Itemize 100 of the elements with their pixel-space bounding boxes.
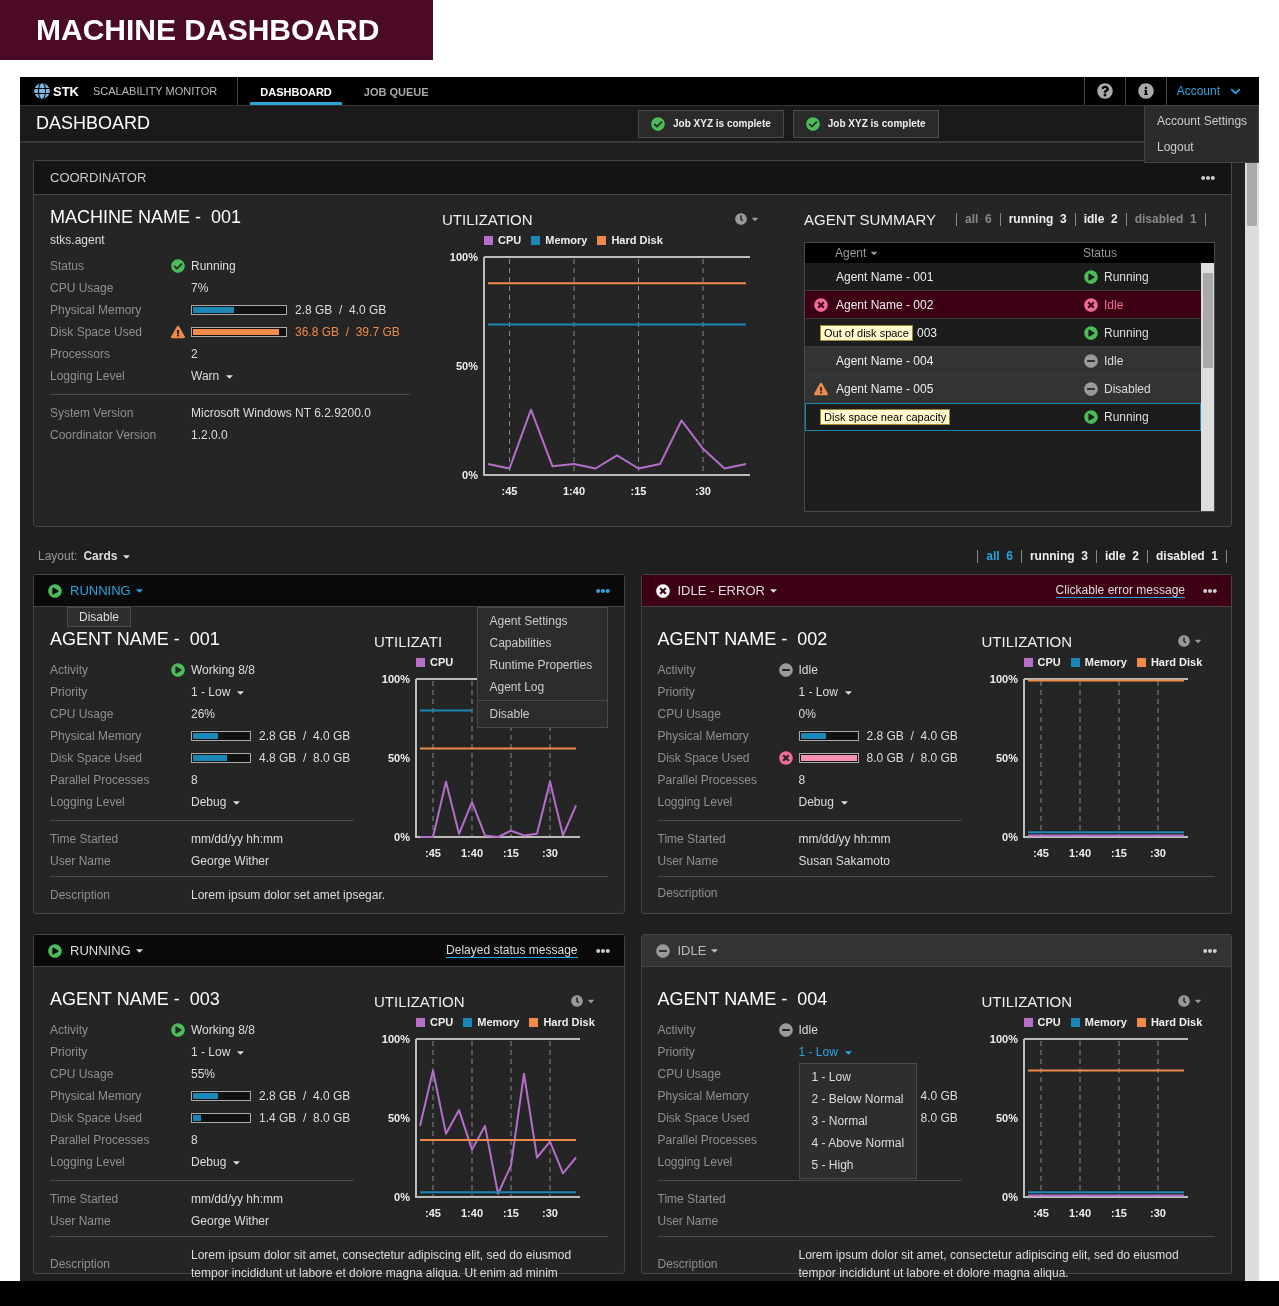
usage-reading: 8.0 GB [920, 1111, 958, 1125]
axis-label: 1:40 [563, 485, 585, 497]
axis-label: :30 [1149, 847, 1166, 859]
select-field[interactable]: Debug [191, 795, 243, 809]
layout-label: Layout: [38, 549, 78, 563]
field-label: Disk Space Used [50, 1111, 143, 1125]
notification-button[interactable]: Job XYZ is complete [638, 109, 784, 138]
dropdown-option[interactable]: 4 - Above Normal [799, 1132, 916, 1154]
field-label: Priority [50, 1045, 88, 1059]
agent-name-title: AGENT NAME - 004 [657, 989, 829, 1011]
status-dropdown[interactable]: RUNNING [70, 583, 145, 598]
field-label: Priority [50, 685, 88, 699]
notification-button[interactable]: Job XYZ is complete [792, 109, 939, 138]
field-label: Physical Memory [50, 1089, 142, 1103]
field-label: Physical Memory [50, 729, 142, 743]
select-field[interactable]: 1 - Low [798, 685, 854, 699]
agent-row[interactable]: Agent Name - 002 Idle [805, 291, 1201, 319]
menu-item[interactable]: Account Settings [1145, 108, 1258, 134]
select-field[interactable]: 1 - Low [191, 685, 247, 699]
nav-tab[interactable]: JOB QUEUE [353, 77, 439, 105]
select-field[interactable]: Debug [798, 795, 850, 809]
status-message-link[interactable]: Delayed status message [446, 943, 578, 958]
field-label: Description [657, 1257, 718, 1271]
filter-link[interactable]: idle 2 [1074, 212, 1126, 226]
usage-reading: 36.8 GB / 39.7 GB [295, 325, 400, 339]
dropdown-option[interactable]: 5 - High [799, 1154, 916, 1176]
menu-item[interactable]: Disable [477, 703, 607, 725]
select-field[interactable]: 1 - Low [191, 1045, 247, 1059]
filter-link[interactable]: running 3 [999, 212, 1075, 226]
field-label: Logging Level [50, 795, 125, 809]
layout-select[interactable]: Cards [83, 549, 133, 563]
filter-link[interactable]: running 3 [1020, 549, 1096, 563]
axis-label: :15 [1110, 847, 1127, 859]
field-value: 2 [191, 347, 198, 361]
column-header[interactable]: Agent [835, 246, 867, 260]
agent-row[interactable]: Agent Name - 004 Idle [805, 347, 1201, 375]
field-label: User Name [50, 854, 111, 868]
field-value: Idle [798, 663, 818, 677]
menu-item[interactable]: Agent Settings [477, 610, 607, 632]
clock-icon [570, 995, 583, 1007]
time-range-button[interactable] [735, 213, 760, 225]
field-label: Description [657, 886, 718, 900]
usage-reading: 1.4 GB / 8.0 GB [259, 1111, 351, 1125]
status-dropdown[interactable]: IDLE - ERROR [677, 583, 779, 598]
axis-label: 1:40 [1068, 847, 1091, 859]
agent-row[interactable]: Agent Name - 005 Disabled [805, 375, 1201, 403]
axis-label: 50% [995, 752, 1018, 764]
menu-item[interactable]: Runtime Properties [477, 654, 607, 676]
filter-link[interactable]: all 6 [977, 549, 1021, 563]
agent-name: Agent Name - 004 [836, 354, 934, 368]
chart-title: UTILIZATION [374, 992, 465, 1010]
status-dropdown[interactable]: IDLE [677, 943, 721, 958]
agent-status: Disabled [1104, 382, 1151, 396]
select-field[interactable]: 1 - Low [798, 1045, 854, 1059]
column-header[interactable]: Status [1083, 246, 1118, 260]
agent-name-title: AGENT NAME - 003 [50, 989, 221, 1011]
field-value: mm/dd/yy hh:mm [191, 832, 283, 846]
menu-item[interactable]: Capabilities [477, 632, 607, 654]
menu-item[interactable]: Disable [79, 610, 120, 624]
legend-label: CPU [498, 234, 522, 246]
filter-link[interactable]: all 6 [955, 212, 1000, 226]
dropdown-option[interactable]: 2 - Below Normal [799, 1088, 916, 1110]
dropdown-option[interactable]: 3 - Normal [799, 1110, 916, 1132]
select-field[interactable]: Debug [191, 1155, 243, 1169]
dropdown-option[interactable]: 1 - Low [799, 1066, 916, 1088]
filter-link[interactable]: idle 2 [1095, 549, 1147, 563]
filter-link[interactable]: disabled 1 [1125, 212, 1206, 226]
menu-item[interactable]: Logout [1145, 134, 1258, 160]
time-range-button[interactable] [1178, 995, 1203, 1007]
filter-link[interactable]: disabled 1 [1146, 549, 1227, 563]
field-label: Activity [657, 1023, 696, 1037]
field-label: Disk Space Used [657, 1111, 750, 1125]
time-range-button[interactable] [570, 995, 596, 1007]
agent-row[interactable]: Disk space near capacity Running [805, 403, 1201, 431]
axis-label: :30 [695, 485, 711, 497]
status-message-link[interactable]: Clickable error message [1055, 583, 1185, 598]
field-value: Idle [798, 1023, 818, 1037]
axis-label: :30 [1149, 1207, 1166, 1219]
field-label: User Name [657, 854, 719, 868]
legend-label: CPU [430, 1016, 454, 1028]
field-label: CPU Usage [50, 281, 114, 295]
select-field[interactable]: Warn [191, 369, 236, 383]
time-range-button[interactable] [1178, 635, 1203, 647]
help-icon [1096, 83, 1113, 99]
axis-label: 0% [394, 1191, 410, 1203]
legend-label: Memory [545, 234, 588, 246]
menu-item[interactable]: Agent Log [477, 676, 607, 698]
status-dropdown[interactable]: RUNNING [70, 943, 145, 958]
axis-label: 100% [381, 673, 410, 685]
account-menu-button[interactable]: Account [1166, 77, 1259, 105]
field-value: 8 [798, 773, 806, 787]
axis-label: 100% [449, 251, 478, 263]
field-label: Status [50, 259, 85, 273]
axis-label: 100% [381, 1033, 410, 1045]
axis-label: :45 [1032, 1207, 1049, 1219]
axis-label: 1:40 [1068, 1207, 1091, 1219]
field-label: Time Started [657, 1192, 726, 1206]
field-label: Disk Space Used [657, 751, 750, 765]
field-label: CPU Usage [50, 707, 114, 721]
axis-label: :15 [503, 847, 519, 859]
